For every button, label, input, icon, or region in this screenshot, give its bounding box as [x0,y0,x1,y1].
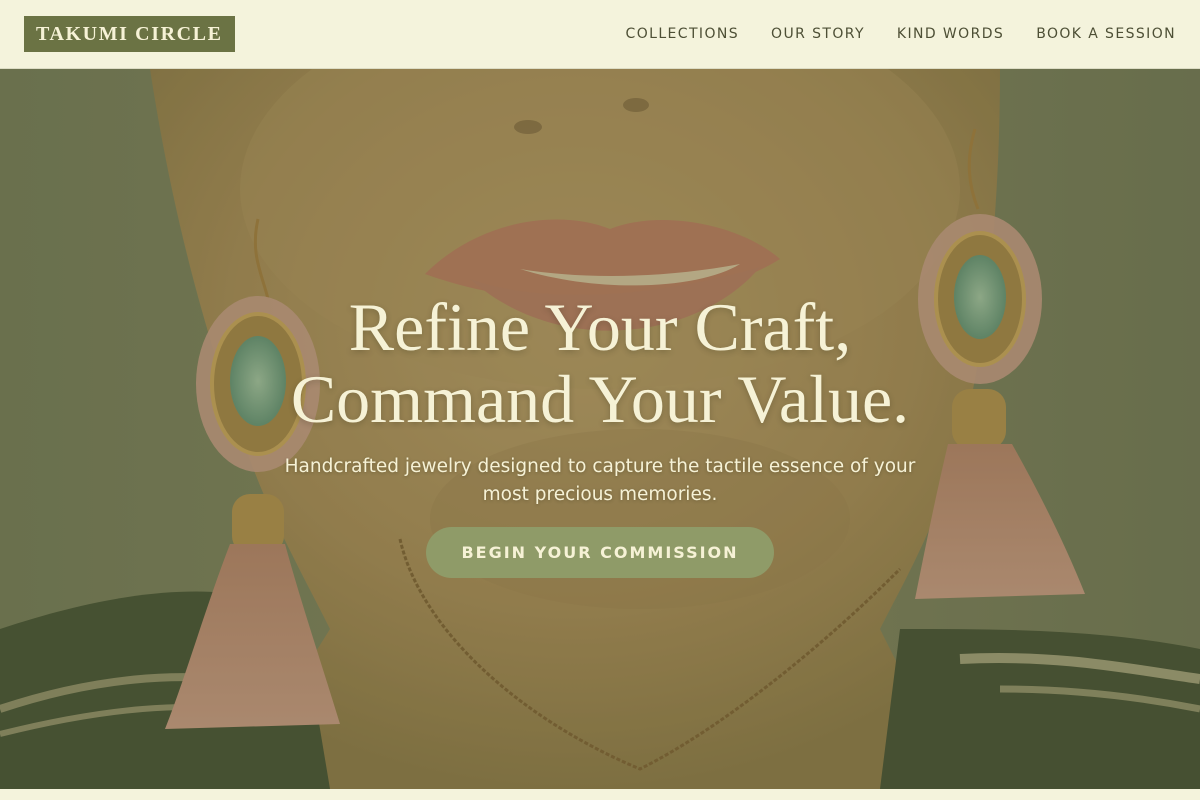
nav-link-kind-words[interactable]: KIND WORDS [897,26,1004,42]
brand-logo[interactable]: TAKUMI CIRCLE [24,16,235,52]
hero-headline: Refine Your Craft, Command Your Value. [150,291,1050,435]
hero-content: Refine Your Craft, Command Your Value. H… [0,69,1200,789]
hero-section: Refine Your Craft, Command Your Value. H… [0,69,1200,789]
begin-commission-button[interactable]: BEGIN YOUR COMMISSION [426,527,774,578]
hero-headline-line-1: Refine Your Craft, [348,289,852,365]
hero-headline-line-2: Command Your Value. [290,361,910,437]
main-nav: COLLECTIONS OUR STORY KIND WORDS BOOK A … [626,0,1176,68]
site-header: TAKUMI CIRCLE COLLECTIONS OUR STORY KIND… [0,0,1200,69]
nav-link-our-story[interactable]: OUR STORY [771,26,865,42]
nav-link-book-a-session[interactable]: BOOK A SESSION [1036,26,1176,42]
nav-link-collections[interactable]: COLLECTIONS [626,26,739,42]
hero-subheadline: Handcrafted jewelry designed to capture … [284,456,916,505]
page-bottom-strip [0,789,1200,800]
